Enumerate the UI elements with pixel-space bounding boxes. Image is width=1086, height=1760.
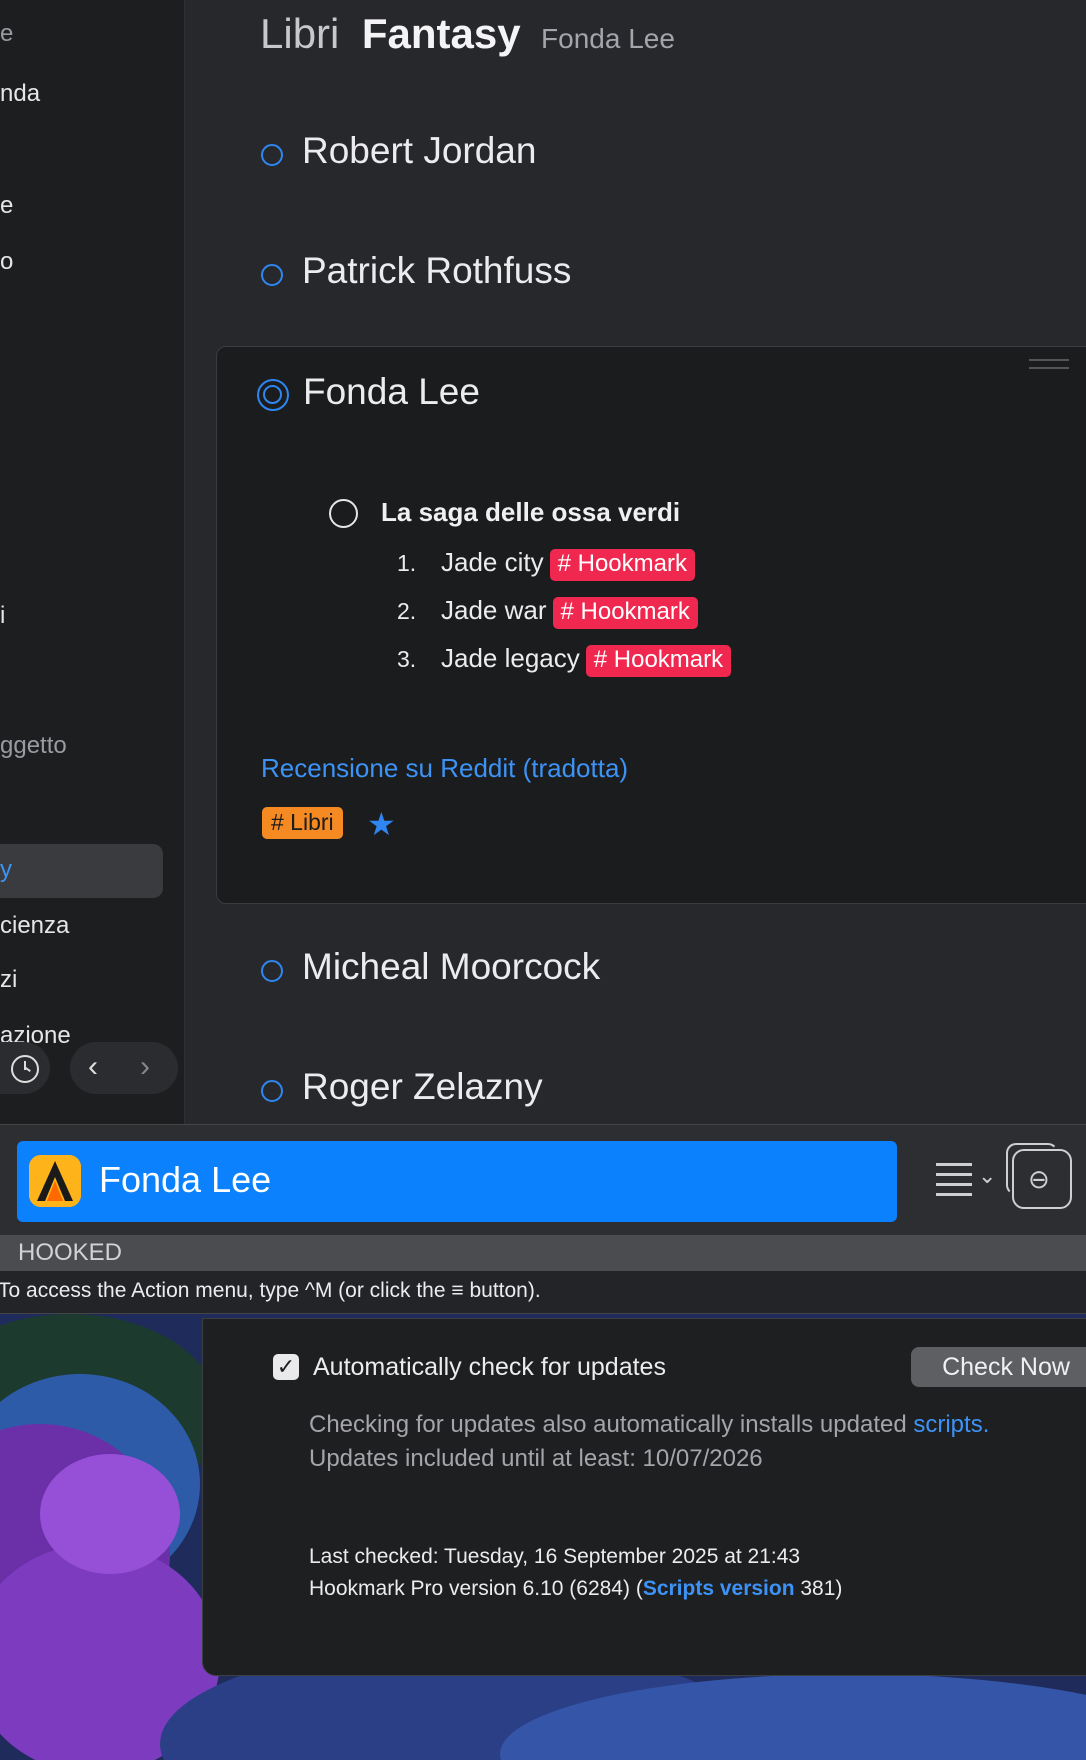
version-text: Hookmark Pro version 6.10 (6284) (: [309, 1577, 643, 1600]
app-logo-icon: [29, 1155, 81, 1207]
list-item[interactable]: 2. Jade war # Hookmark: [397, 595, 698, 629]
sidebar-item[interactable]: i: [0, 602, 5, 630]
version-number: 381): [794, 1577, 843, 1600]
copy-link-icon[interactable]: ⊖: [1006, 1143, 1072, 1209]
history-button[interactable]: [0, 1042, 50, 1094]
bullet-icon[interactable]: [261, 264, 283, 286]
hookmark-tag[interactable]: # Hookmark: [552, 597, 698, 629]
hint-text: To access the Action menu, type ^M (or c…: [0, 1279, 541, 1302]
action-menu-icon[interactable]: ⌄: [934, 1153, 1004, 1213]
version-line: Hookmark Pro version 6.10 (6284) (Script…: [309, 1577, 842, 1601]
nav-buttons: ‹ ›: [70, 1042, 178, 1094]
hookmark-tag[interactable]: # Hookmark: [549, 549, 695, 581]
auto-update-label[interactable]: Automatically check for updates: [313, 1353, 666, 1382]
bullet-icon[interactable]: [261, 960, 283, 982]
author-item[interactable]: Robert Jordan: [302, 130, 536, 172]
update-info-line: Checking for updates also automatically …: [309, 1411, 989, 1439]
check-now-button[interactable]: Check Now: [911, 1347, 1086, 1387]
star-icon[interactable]: ★: [367, 805, 396, 843]
libri-tag[interactable]: # Libri: [262, 807, 343, 839]
sidebar-item-fantasy[interactable]: y: [0, 856, 12, 884]
sidebar-selected-highlight: [0, 844, 163, 898]
author-item[interactable]: Roger Zelazny: [302, 1066, 543, 1108]
author-item[interactable]: Patrick Rothfuss: [302, 250, 571, 292]
reddit-review-link[interactable]: Recensione su Reddit (tradotta): [261, 753, 628, 784]
list-text: Jade legacy: [441, 643, 580, 673]
todo-label[interactable]: La saga delle ossa verdi: [381, 497, 680, 528]
hookmark-title: Fonda Lee: [99, 1159, 272, 1200]
expanded-page-card[interactable]: Fonda Lee La saga delle ossa verdi 1. Jad…: [216, 346, 1086, 904]
sidebar-item[interactable]: cienza: [0, 912, 69, 940]
page-bullet-icon[interactable]: [257, 379, 289, 411]
sidebar-item[interactable]: o: [0, 248, 13, 276]
back-arrow-icon[interactable]: ‹: [88, 1042, 98, 1094]
section-label: HOOKED: [18, 1239, 123, 1266]
list-number: 2.: [397, 598, 417, 624]
sidebar-item[interactable]: e: [0, 20, 13, 48]
update-preferences-panel: ✓ Automatically check for updates Check …: [202, 1318, 1086, 1676]
sidebar-item[interactable]: zi: [0, 966, 17, 994]
hookmark-title-bar[interactable]: Fonda Lee: [17, 1141, 897, 1222]
scripts-link[interactable]: scripts.: [913, 1411, 989, 1438]
list-number: 1.: [397, 550, 417, 576]
list-item[interactable]: 3. Jade legacy # Hookmark: [397, 643, 732, 677]
sidebar-item[interactable]: nda: [0, 80, 40, 108]
list-item[interactable]: 1. Jade city # Hookmark: [397, 547, 695, 581]
last-checked-text: Last checked: Tuesday, 16 September 2025…: [309, 1545, 801, 1568]
author-item[interactable]: Micheal Moorcock: [302, 946, 600, 988]
forward-arrow-icon[interactable]: ›: [140, 1042, 150, 1094]
sidebar: e nda e o i ggetto y cienza zi azione ‹ …: [0, 0, 185, 1124]
auto-update-checkbox[interactable]: ✓: [273, 1354, 299, 1380]
clock-icon: [11, 1055, 39, 1083]
breadcrumb-root[interactable]: Libri: [260, 10, 339, 57]
hooked-section-header: HOOKED: [0, 1235, 1086, 1271]
breadcrumb-sub[interactable]: Fonda Lee: [541, 23, 675, 54]
scripts-version-link[interactable]: Scripts version: [643, 1577, 795, 1600]
updates-until-text: Updates included until at least: 10/07/2…: [309, 1445, 763, 1472]
hookmark-window: Fonda Lee ⌄ ⊖ HOOKED To access the Actio…: [0, 1124, 1086, 1315]
list-number: 3.: [397, 646, 417, 672]
list-text: Jade city: [441, 547, 544, 577]
document-area: Libri Fantasy Fonda Lee Robert Jordan Pa…: [184, 0, 1086, 1124]
bullet-icon[interactable]: [261, 1080, 283, 1102]
card-title[interactable]: Fonda Lee: [303, 371, 480, 413]
action-menu-hint: To access the Action menu, type ^M (or c…: [0, 1271, 1086, 1314]
sidebar-item[interactable]: e: [0, 192, 13, 220]
drag-handle-icon[interactable]: [1029, 359, 1069, 369]
breadcrumb-current[interactable]: Fantasy: [362, 10, 521, 57]
bullet-icon[interactable]: [261, 144, 283, 166]
update-info-text: Checking for updates also automatically …: [309, 1411, 914, 1438]
notes-app-window: e nda e o i ggetto y cienza zi azione ‹ …: [0, 0, 1086, 1124]
breadcrumb: Libri Fantasy Fonda Lee: [260, 10, 675, 58]
list-text: Jade war: [441, 595, 547, 625]
hookmark-tag[interactable]: # Hookmark: [585, 645, 732, 677]
todo-checkbox[interactable]: [329, 499, 358, 528]
sidebar-item[interactable]: ggetto: [0, 732, 67, 760]
